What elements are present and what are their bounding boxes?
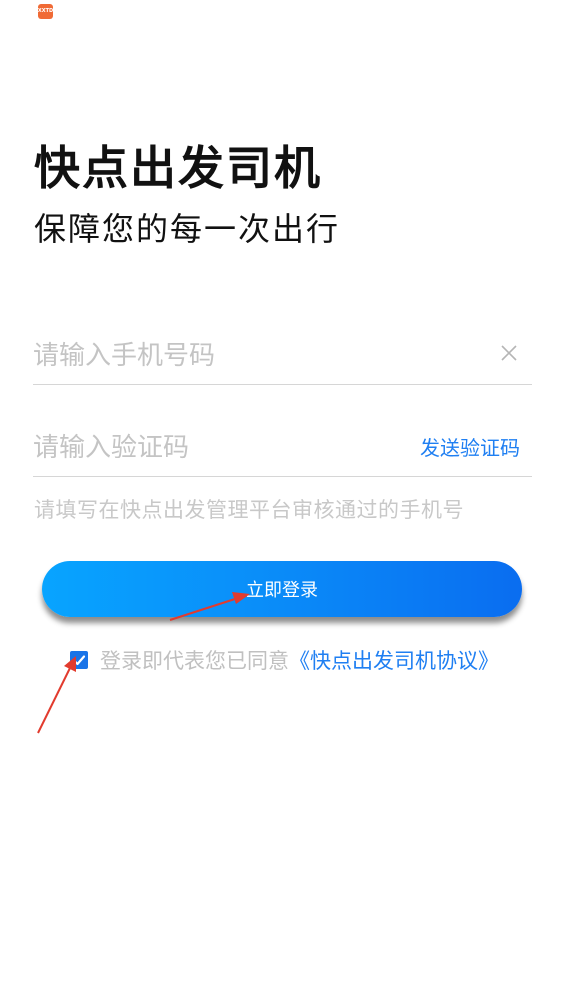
code-field: 发送验证码 [33,420,532,477]
phone-input[interactable] [33,334,413,378]
app-icon-text: XXTD [37,8,54,14]
agreement-prefix: 登录即代表您已同意 [100,649,289,673]
agreement-link[interactable]: 《快点出发司机协议》 [289,649,499,673]
checkmark-icon [72,655,86,666]
send-code-button[interactable]: 发送验证码 [420,432,520,461]
code-input[interactable] [33,426,413,470]
agreement-checkbox[interactable] [70,651,88,669]
page-subtitle: 保障您的每一次出行 [34,210,341,248]
agreement-text: 登录即代表您已同意《快点出发司机协议》 [100,645,499,675]
login-button[interactable]: 立即登录 [42,561,522,617]
close-icon[interactable] [498,342,520,364]
page-title: 快点出发司机 [34,141,322,195]
app-icon: XXTD [38,4,53,19]
phone-field [33,328,532,385]
phone-hint: 请填写在快点出发管理平台审核通过的手机号 [34,498,464,522]
